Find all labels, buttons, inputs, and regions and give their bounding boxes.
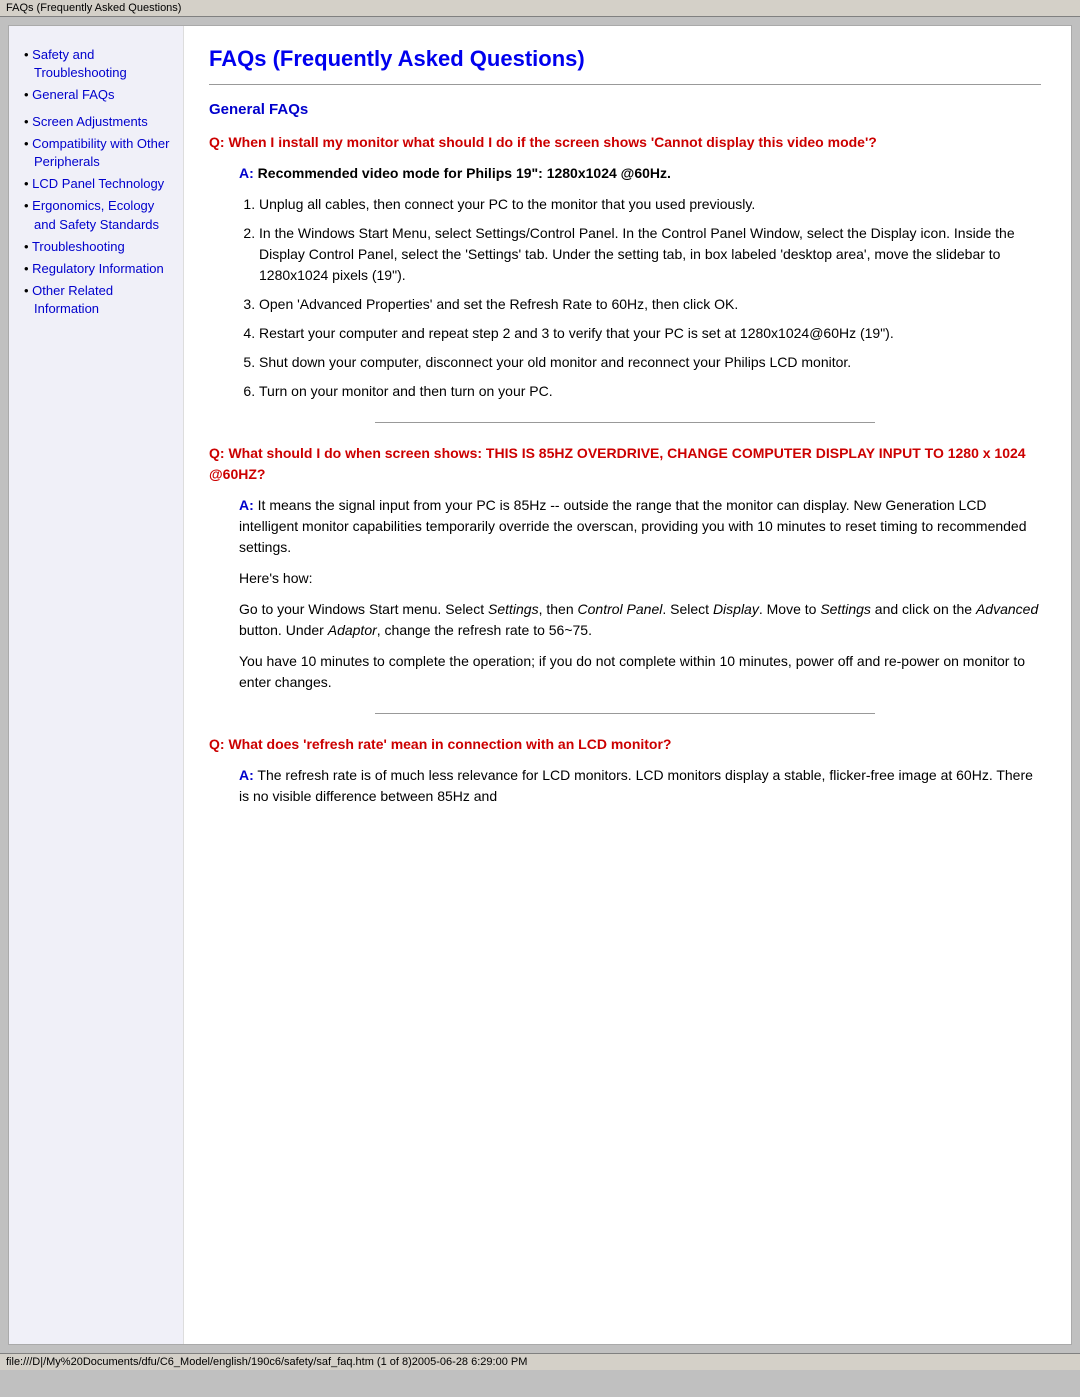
answer-1-steps: Unplug all cables, then connect your PC … [259, 194, 1041, 402]
faq-block-3: Q: What does 'refresh rate' mean in conn… [209, 734, 1041, 807]
sidebar-link-general-faqs[interactable]: General FAQs [32, 87, 114, 102]
page-title: FAQs (Frequently Asked Questions) [209, 46, 1041, 72]
answer-2: A: It means the signal input from your P… [239, 495, 1041, 693]
divider-2 [375, 713, 874, 714]
step-1-3: Open 'Advanced Properties' and set the R… [259, 294, 1041, 315]
a3-label: A: [239, 767, 254, 783]
sidebar-item-ergonomics: Ergonomics, Ecology and Safety Standards [24, 197, 173, 233]
sidebar-link-compatibility[interactable]: Compatibility with Other Peripherals [32, 136, 169, 169]
sidebar-item-regulatory: Regulatory Information [24, 260, 173, 278]
a2-label: A: [239, 497, 254, 513]
step-1-1: Unplug all cables, then connect your PC … [259, 194, 1041, 215]
step-1-2: In the Windows Start Menu, select Settin… [259, 223, 1041, 286]
answer-2-tenmin: You have 10 minutes to complete the oper… [239, 651, 1041, 693]
main-container: Safety and Troubleshooting General FAQs … [8, 25, 1072, 1345]
section-title: General FAQs [209, 101, 1041, 118]
status-bar-text: file:///D|/My%20Documents/dfu/C6_Model/e… [6, 1356, 527, 1368]
answer-2-hereshow: Here's how: [239, 568, 1041, 589]
step-1-4: Restart your computer and repeat step 2 … [259, 323, 1041, 344]
sidebar-item-safety: Safety and Troubleshooting [24, 46, 173, 82]
sidebar-item-general-faqs: General FAQs [24, 86, 173, 104]
sidebar-link-other[interactable]: Other Related Information [32, 283, 113, 316]
sidebar-link-ergonomics[interactable]: Ergonomics, Ecology and Safety Standards [32, 198, 159, 231]
sidebar-link-troubleshooting[interactable]: Troubleshooting [32, 239, 125, 254]
faq-block-1: Q: When I install my monitor what should… [209, 132, 1041, 402]
answer-3-main: A: The refresh rate is of much less rele… [239, 765, 1041, 807]
question-2: Q: What should I do when screen shows: T… [209, 443, 1041, 485]
title-bar-text: FAQs (Frequently Asked Questions) [6, 2, 181, 14]
answer-2-main: A: It means the signal input from your P… [239, 495, 1041, 558]
sidebar-item-troubleshooting: Troubleshooting [24, 238, 173, 256]
a3-text: The refresh rate is of much less relevan… [239, 767, 1033, 804]
step-1-6: Turn on your monitor and then turn on yo… [259, 381, 1041, 402]
answer-2-goto: Go to your Windows Start menu. Select Se… [239, 599, 1041, 641]
title-divider [209, 84, 1041, 85]
sidebar-link-screen[interactable]: Screen Adjustments [32, 114, 148, 129]
sidebar-link-lcd[interactable]: LCD Panel Technology [32, 176, 164, 191]
a1-label: A: [239, 165, 254, 181]
sidebar: Safety and Troubleshooting General FAQs … [9, 26, 184, 1344]
sidebar-nav: Safety and Troubleshooting General FAQs … [24, 46, 173, 318]
sidebar-item-screen: Screen Adjustments [24, 113, 173, 131]
sidebar-item-other: Other Related Information [24, 282, 173, 318]
sidebar-item-compatibility: Compatibility with Other Peripherals [24, 135, 173, 171]
answer-3: A: The refresh rate is of much less rele… [239, 765, 1041, 807]
title-bar: FAQs (Frequently Asked Questions) [0, 0, 1080, 17]
a1-bold-text: Recommended video mode for Philips 19": … [258, 165, 671, 181]
sidebar-link-safety[interactable]: Safety and Troubleshooting [32, 47, 127, 80]
content-area: FAQs (Frequently Asked Questions) Genera… [184, 26, 1071, 1344]
q2-text: Q: What should I do when screen shows: T… [209, 445, 1026, 482]
q3-text: Q: What does 'refresh rate' mean in conn… [209, 736, 671, 752]
step-1-5: Shut down your computer, disconnect your… [259, 352, 1041, 373]
q1-text: Q: When I install my monitor what should… [209, 134, 877, 150]
sidebar-item-lcd: LCD Panel Technology [24, 175, 173, 193]
divider-1 [375, 422, 874, 423]
answer-1: A: Recommended video mode for Philips 19… [239, 163, 1041, 402]
answer-1-bold: A: Recommended video mode for Philips 19… [239, 163, 1041, 184]
question-1: Q: When I install my monitor what should… [209, 132, 1041, 153]
status-bar: file:///D|/My%20Documents/dfu/C6_Model/e… [0, 1353, 1080, 1370]
faq-block-2: Q: What should I do when screen shows: T… [209, 443, 1041, 693]
sidebar-link-regulatory[interactable]: Regulatory Information [32, 261, 164, 276]
a2-text: It means the signal input from your PC i… [239, 497, 1027, 555]
question-3: Q: What does 'refresh rate' mean in conn… [209, 734, 1041, 755]
